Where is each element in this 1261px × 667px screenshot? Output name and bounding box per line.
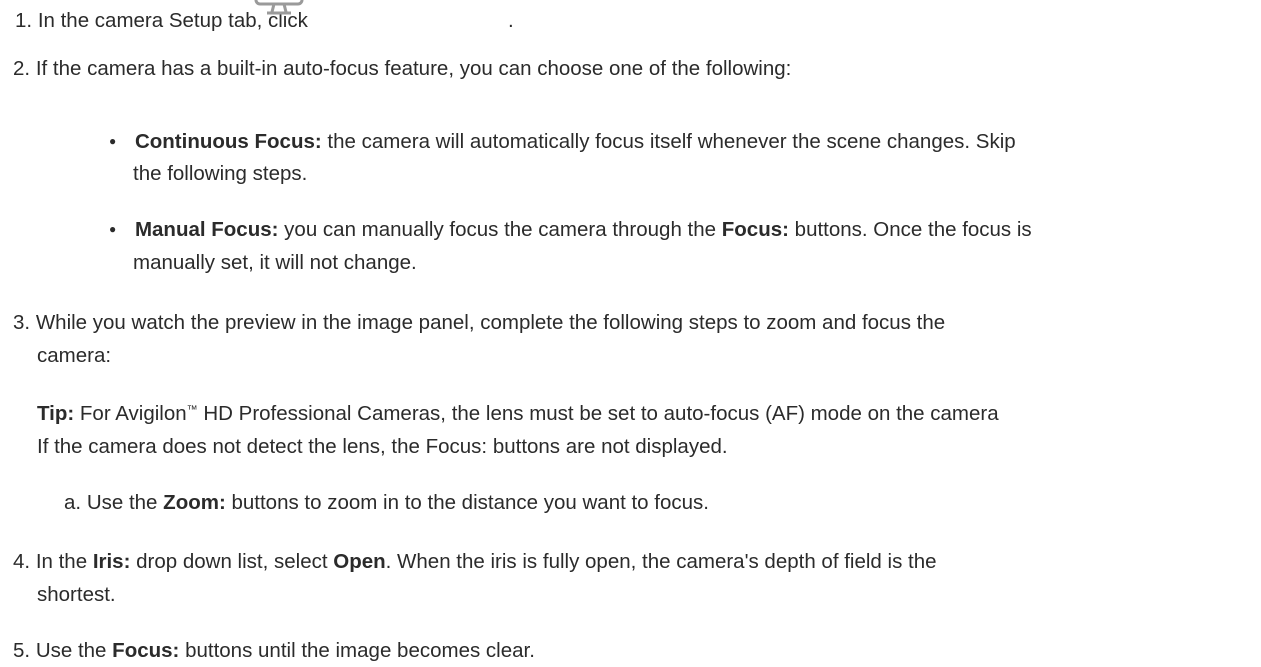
step-number: 3.	[13, 311, 31, 334]
bullet-dot: ●	[109, 134, 117, 148]
step-3: 3. While you watch the preview in the im…	[13, 306, 945, 339]
tip-note: Tip: For Avigilon™ HD Professional Camer…	[37, 402, 999, 425]
step-number: 5.	[13, 639, 31, 662]
monitor-icon	[254, 0, 304, 15]
bullet-label: Continuous Focus:	[134, 130, 322, 153]
tip-note-line2: If the camera does not detect the lens, …	[37, 435, 728, 458]
step-3-line2: camera:	[37, 344, 112, 367]
bullet-manual-focus-line2: manually set, it will not change.	[133, 251, 417, 274]
bullet-manual-focus: ● Manual Focus: you can manually focus t…	[109, 218, 1032, 241]
step-5: 5. Use the Focus: buttons until the imag…	[13, 639, 535, 662]
step-number: a.	[64, 491, 82, 514]
step-2: 2. If the camera has a built-in auto-foc…	[13, 52, 791, 85]
bullet-continuous-focus-line2: the following steps.	[133, 162, 308, 185]
step-text: While you watch the preview in the image…	[35, 311, 946, 334]
step-a: a. Use the Zoom: buttons to zoom in to t…	[64, 491, 709, 514]
bullet-continuous-focus: ● Continuous Focus: the camera will auto…	[109, 130, 1016, 153]
trademark: ™	[186, 404, 198, 416]
step-number: 4.	[13, 550, 31, 573]
tip-label: Tip:	[37, 402, 75, 425]
bullet-dot: ●	[109, 222, 117, 236]
step-number: 2.	[13, 57, 31, 80]
bullet-label: Manual Focus:	[134, 218, 279, 241]
step-4-line2: shortest.	[37, 583, 116, 606]
step-text: If the camera has a built-in auto-focus …	[35, 57, 792, 80]
step-number: 1.	[15, 9, 33, 32]
step-1-period: .	[508, 9, 514, 32]
step-4: 4. In the Iris: drop down list, select O…	[13, 550, 937, 573]
